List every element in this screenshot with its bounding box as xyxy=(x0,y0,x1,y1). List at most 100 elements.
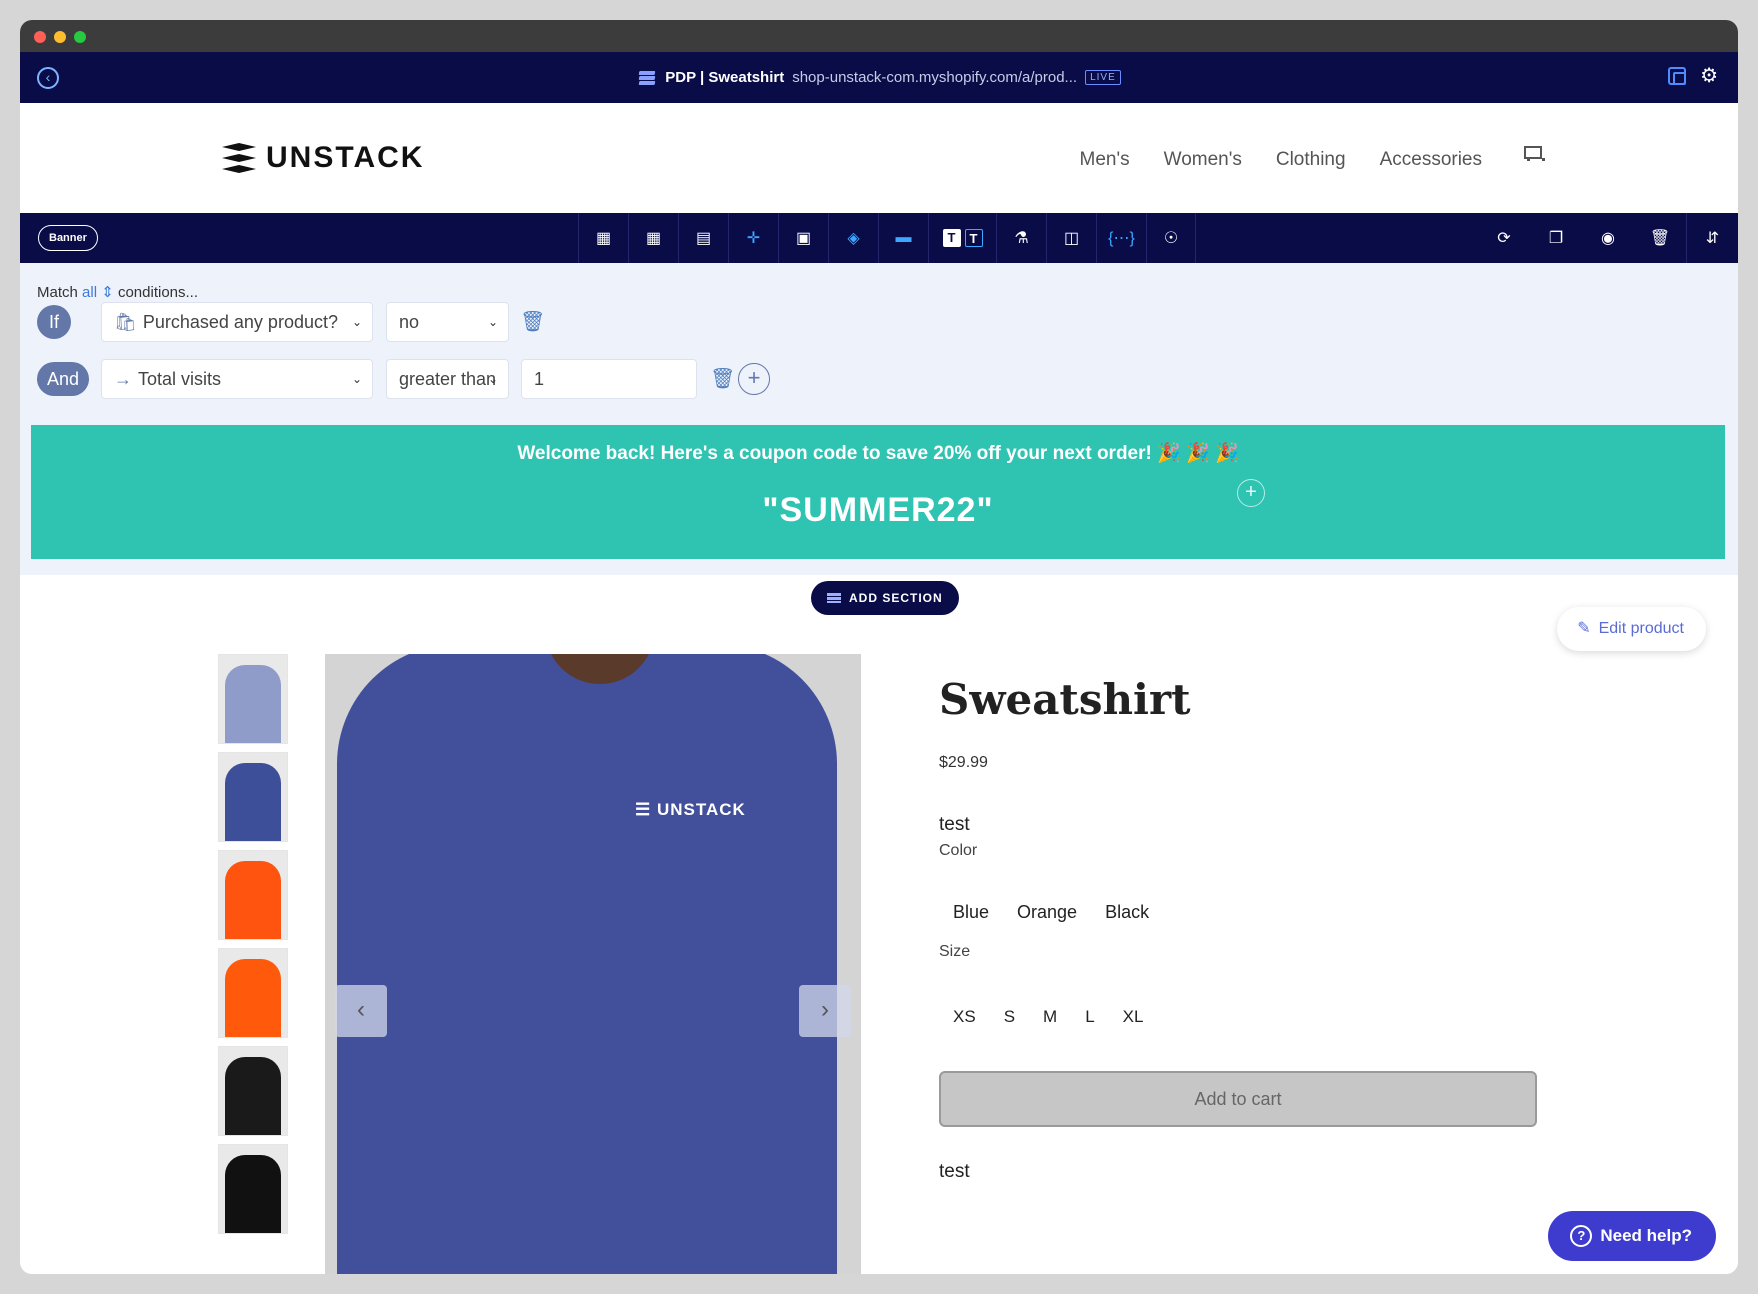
background-color-icon[interactable]: ◈ xyxy=(828,213,878,263)
add-condition-icon[interactable]: + xyxy=(738,363,770,395)
hide-section-icon[interactable]: ◉ xyxy=(1582,213,1634,263)
thumbnail-6[interactable] xyxy=(218,1144,288,1234)
size-options: XS S M L XL xyxy=(939,1007,1539,1027)
site-logo[interactable]: UNSTACK xyxy=(222,141,424,175)
layers-icon xyxy=(827,593,841,603)
condition-connector-and: And xyxy=(37,362,89,396)
thumbnail-3[interactable] xyxy=(218,850,288,940)
target-icon[interactable]: ☉ xyxy=(1146,213,1196,263)
banner-section[interactable]: Welcome back! Here's a coupon code to sa… xyxy=(31,425,1725,559)
settings-gear-icon[interactable]: ⚙ xyxy=(1700,66,1718,86)
window-titlebar xyxy=(20,20,1738,52)
product-title: Sweatshirt xyxy=(939,675,1191,724)
carousel-icon[interactable]: ◫ xyxy=(1046,213,1096,263)
product-section: ADD SECTION ✎ Edit product ☰ UNSTACK ‹ › … xyxy=(20,575,1738,1274)
condition-operator-value-2: greater than xyxy=(399,369,497,389)
product-description: test xyxy=(939,814,970,835)
refresh-icon[interactable]: ⟳ xyxy=(1478,213,1530,263)
minimize-window-button[interactable] xyxy=(54,31,66,43)
page-name: PDP | Sweatshirt xyxy=(665,69,785,86)
next-image-button[interactable]: › xyxy=(799,985,851,1037)
section-type-badge[interactable]: Banner xyxy=(38,225,98,251)
condition-field-value: Purchased any product? xyxy=(142,312,338,332)
nav-link-accessories[interactable]: Accessories xyxy=(1380,143,1482,171)
condition-operator-value: no xyxy=(399,312,420,332)
logo-text: UNSTACK xyxy=(266,141,425,174)
duplicate-page-icon[interactable] xyxy=(1668,67,1687,85)
condition-value-input[interactable]: 1 xyxy=(521,359,697,399)
color-label: Color xyxy=(939,842,978,859)
add-to-cart-button[interactable]: Add to cart xyxy=(939,1071,1537,1127)
previous-image-button[interactable]: ‹ xyxy=(335,985,387,1037)
text-style-icon[interactable]: TT xyxy=(928,213,996,263)
chevron-down-icon: ⌄ xyxy=(487,315,498,329)
duplicate-section-icon[interactable]: ❐ xyxy=(1530,213,1582,263)
match-suffix: conditions... xyxy=(117,284,199,301)
match-line: Match all ⇕ conditions... xyxy=(37,283,198,301)
hoodie-print-text: UNSTACK xyxy=(656,800,746,819)
conditions-panel: Match all ⇕ conditions... If 🛍 Purchased … xyxy=(20,263,1738,575)
match-mode-select[interactable]: all ⇕ xyxy=(82,284,114,301)
match-prefix: Match xyxy=(37,284,78,301)
nav-link-womens[interactable]: Women's xyxy=(1164,143,1242,171)
thumbnail-4[interactable] xyxy=(218,948,288,1038)
condition-field-select[interactable]: 🛍 Purchased any product? ⌄ xyxy=(101,302,373,342)
color-option-black[interactable]: Black xyxy=(1091,902,1163,923)
editor-top-bar: ‹ PDP | Sweatshirt shop-unstack-com.mysh… xyxy=(20,52,1738,103)
add-section-label: ADD SECTION xyxy=(849,591,943,605)
size-option-xs[interactable]: XS xyxy=(939,1007,990,1027)
live-badge: LIVE xyxy=(1085,70,1121,85)
padding-icon[interactable]: ▦ xyxy=(628,213,678,263)
move-section-icon[interactable]: ⇵ xyxy=(1686,213,1738,263)
maximize-window-button[interactable] xyxy=(74,31,86,43)
chevron-down-icon: ⌄ xyxy=(351,315,362,329)
delete-condition-icon[interactable]: 🗑 xyxy=(520,309,545,334)
size-option-l[interactable]: L xyxy=(1071,1007,1108,1027)
chevron-down-icon: ⌄ xyxy=(487,372,498,386)
section-height-icon[interactable]: ▤ xyxy=(678,213,728,263)
color-option-orange[interactable]: Orange xyxy=(1003,902,1091,923)
color-options: Blue Orange Black xyxy=(939,902,1539,923)
background-image-icon[interactable]: ▣ xyxy=(778,213,828,263)
site-header: UNSTACK Men's Women's Clothing Accessori… xyxy=(20,103,1738,213)
add-element-icon[interactable]: + xyxy=(1237,479,1265,507)
arrow-right-icon: → xyxy=(114,369,132,389)
chevron-down-icon: ⌄ xyxy=(351,372,362,386)
edit-product-label: Edit product xyxy=(1598,620,1684,637)
size-option-m[interactable]: M xyxy=(1029,1007,1071,1027)
browser-window: ‹ PDP | Sweatshirt shop-unstack-com.mysh… xyxy=(20,20,1738,1274)
close-window-button[interactable] xyxy=(34,31,46,43)
add-section-button[interactable]: ADD SECTION xyxy=(811,581,959,615)
width-icon[interactable]: ▬ xyxy=(878,213,928,263)
edit-product-button[interactable]: ✎ Edit product xyxy=(1557,607,1706,651)
alignment-icon[interactable]: ✛ xyxy=(728,213,778,263)
pencil-icon: ✎ xyxy=(1577,620,1591,637)
layout-grid-icon[interactable]: ▦ xyxy=(578,213,628,263)
condition-operator-select-2[interactable]: greater than ⌄ xyxy=(386,359,509,399)
size-option-xl[interactable]: XL xyxy=(1109,1007,1158,1027)
layers-icon xyxy=(637,70,657,85)
size-option-s[interactable]: S xyxy=(990,1007,1029,1027)
nav-link-clothing[interactable]: Clothing xyxy=(1276,143,1346,171)
main-product-image: ☰ UNSTACK ‹ › xyxy=(325,654,861,1274)
banner-message: Welcome back! Here's a coupon code to sa… xyxy=(517,443,1239,464)
nav-link-mens[interactable]: Men's xyxy=(1080,143,1130,171)
ab-test-icon[interactable]: ⚗ xyxy=(996,213,1046,263)
condition-operator-select[interactable]: no ⌄ xyxy=(386,302,509,342)
size-label: Size xyxy=(939,943,971,960)
color-option-blue[interactable]: Blue xyxy=(939,902,1003,923)
thumbnail-2[interactable] xyxy=(218,752,288,842)
delete-condition-icon[interactable]: 🗑 xyxy=(710,366,735,391)
page-url[interactable]: shop-unstack-com.myshopify.com/a/prod... xyxy=(792,69,1077,86)
condition-field-select-2[interactable]: → Total visits ⌄ xyxy=(101,359,373,399)
need-help-button[interactable]: ? Need help? xyxy=(1548,1211,1716,1261)
unstack-logo-icon xyxy=(222,143,256,173)
thumbnail-5[interactable] xyxy=(218,1046,288,1136)
banner-coupon-code: "SUMMER22" xyxy=(762,491,994,529)
site-nav: Men's Women's Clothing Accessories xyxy=(1080,143,1545,171)
delete-section-icon[interactable]: 🗑 xyxy=(1634,213,1686,263)
cart-icon[interactable] xyxy=(1522,143,1545,161)
thumbnail-1[interactable] xyxy=(218,654,288,744)
section-toolbar: Banner ▦ ▦ ▤ ✛ ▣ ◈ ▬ TT ⚗ ◫ {⋯} ☉ ⟳ ❐ ◉ … xyxy=(20,213,1738,263)
personalization-icon[interactable]: {⋯} xyxy=(1096,213,1146,263)
